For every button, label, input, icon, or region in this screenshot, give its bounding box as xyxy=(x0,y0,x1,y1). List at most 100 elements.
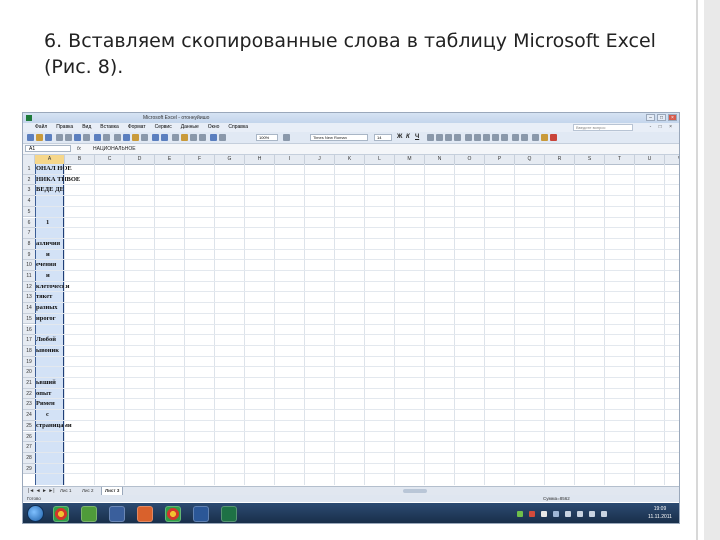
row-header[interactable]: 7 xyxy=(23,228,35,239)
maximize-button[interactable]: □ xyxy=(657,114,666,121)
row-header[interactable]: 15 xyxy=(23,313,35,325)
permission-icon[interactable] xyxy=(56,134,63,141)
row-header[interactable]: 16 xyxy=(23,324,35,336)
new-icon[interactable] xyxy=(27,134,34,141)
align-center-icon[interactable] xyxy=(436,134,443,141)
row-header[interactable]: 12 xyxy=(23,281,35,293)
column-header[interactable]: R xyxy=(545,155,575,164)
zoom-select[interactable]: 100% xyxy=(256,134,278,141)
column-header[interactable]: F xyxy=(185,155,215,164)
format-painter-icon[interactable] xyxy=(141,134,148,141)
start-button[interactable] xyxy=(27,505,44,522)
increase-decimal-icon[interactable] xyxy=(492,134,499,141)
menu-file[interactable]: Файл xyxy=(35,123,47,132)
menu-data[interactable]: Данные xyxy=(181,123,199,132)
excel-icon[interactable] xyxy=(221,506,237,522)
paste-icon[interactable] xyxy=(132,134,139,141)
row-header[interactable]: 26 xyxy=(23,431,35,443)
column-header[interactable]: E xyxy=(155,155,185,164)
column-header[interactable]: U xyxy=(635,155,665,164)
decrease-decimal-icon[interactable] xyxy=(501,134,508,141)
underline-button[interactable]: Ч xyxy=(415,134,419,141)
redo-icon[interactable] xyxy=(161,134,168,141)
tray-icon[interactable] xyxy=(541,511,547,517)
row-header[interactable]: 22 xyxy=(23,388,35,400)
row-header[interactable]: 6 xyxy=(23,217,35,229)
flag-icon[interactable] xyxy=(589,511,595,517)
name-box[interactable]: A1 xyxy=(25,145,71,152)
column-header[interactable]: B xyxy=(65,155,95,164)
font-size-select[interactable]: 14 xyxy=(374,134,392,141)
column-header[interactable]: M xyxy=(395,155,425,164)
row-header[interactable]: 9 xyxy=(23,249,35,261)
copy-icon[interactable] xyxy=(123,134,130,141)
menu-tools[interactable]: Сервис xyxy=(155,123,172,132)
row-header[interactable]: 5 xyxy=(23,206,35,218)
row-header[interactable]: 14 xyxy=(23,303,35,314)
presentation-icon[interactable] xyxy=(137,506,153,522)
print-icon[interactable] xyxy=(74,134,81,141)
sheet-tab-1[interactable]: Лис 1 xyxy=(57,487,74,495)
row-header[interactable]: 19 xyxy=(23,356,35,368)
font-color-icon[interactable] xyxy=(550,134,557,141)
column-header[interactable]: J xyxy=(305,155,335,164)
open-icon[interactable] xyxy=(36,134,43,141)
network-icon[interactable] xyxy=(565,511,571,517)
document-window-controls[interactable]: - □ × xyxy=(650,123,675,132)
menu-format[interactable]: Формат xyxy=(128,123,146,132)
column-header[interactable]: H xyxy=(245,155,275,164)
spelling-icon[interactable] xyxy=(94,134,101,141)
row-header[interactable]: 8 xyxy=(23,238,35,250)
column-header[interactable]: P xyxy=(485,155,515,164)
currency-icon[interactable] xyxy=(465,134,472,141)
formula-input[interactable]: НАЦИОНАЛЬНОЕ xyxy=(93,144,136,154)
align-left-icon[interactable] xyxy=(427,134,434,141)
email-icon[interactable] xyxy=(65,134,72,141)
menu-edit[interactable]: Правка xyxy=(56,123,73,132)
column-header[interactable]: I xyxy=(275,155,305,164)
print-preview-icon[interactable] xyxy=(83,134,90,141)
cut-icon[interactable] xyxy=(114,134,121,141)
save-icon[interactable] xyxy=(109,506,125,522)
row-header[interactable]: 13 xyxy=(23,292,35,304)
horizontal-scrollbar-thumb[interactable] xyxy=(403,489,427,493)
row-header[interactable]: 21 xyxy=(23,378,35,389)
row-header[interactable]: 28 xyxy=(23,452,35,464)
tray-icon[interactable] xyxy=(529,511,535,517)
menu-view[interactable]: Вид xyxy=(82,123,91,132)
row-header[interactable]: 25 xyxy=(23,420,35,432)
decrease-indent-icon[interactable] xyxy=(512,134,519,141)
column-header[interactable]: A xyxy=(35,155,65,164)
sort-ascending-icon[interactable] xyxy=(190,134,197,141)
selected-column-a[interactable] xyxy=(35,164,65,485)
menu-help[interactable]: Справка xyxy=(228,123,248,132)
select-all-corner[interactable] xyxy=(23,155,35,164)
undo-icon[interactable] xyxy=(152,134,159,141)
help-search-input[interactable]: Введите вопрос xyxy=(573,124,633,131)
column-header[interactable]: V xyxy=(665,155,679,164)
tray-icon[interactable] xyxy=(517,511,523,517)
chrome-icon[interactable] xyxy=(165,506,181,522)
column-header[interactable]: G xyxy=(215,155,245,164)
tab-nav-arrows[interactable]: |◄ ◄ ► ►| xyxy=(25,487,58,495)
italic-button[interactable]: К xyxy=(406,134,410,141)
close-button[interactable]: × xyxy=(668,114,677,121)
chrome-icon[interactable] xyxy=(53,506,69,522)
align-right-icon[interactable] xyxy=(445,134,452,141)
column-header[interactable]: O xyxy=(455,155,485,164)
column-header[interactable]: L xyxy=(365,155,395,164)
menu-insert[interactable]: Вставка xyxy=(100,123,119,132)
menu-window[interactable]: Окно xyxy=(208,123,220,132)
row-header[interactable]: 17 xyxy=(23,335,35,346)
bold-button[interactable]: Ж xyxy=(397,134,402,141)
research-icon[interactable] xyxy=(103,134,110,141)
column-header[interactable]: Q xyxy=(515,155,545,164)
borders-icon[interactable] xyxy=(532,134,539,141)
tray-icon[interactable] xyxy=(553,511,559,517)
row-header[interactable]: 10 xyxy=(23,260,35,271)
column-header[interactable]: T xyxy=(605,155,635,164)
word-icon[interactable] xyxy=(193,506,209,522)
merge-center-icon[interactable] xyxy=(454,134,461,141)
row-header[interactable]: 2 xyxy=(23,174,35,186)
percent-icon[interactable] xyxy=(474,134,481,141)
